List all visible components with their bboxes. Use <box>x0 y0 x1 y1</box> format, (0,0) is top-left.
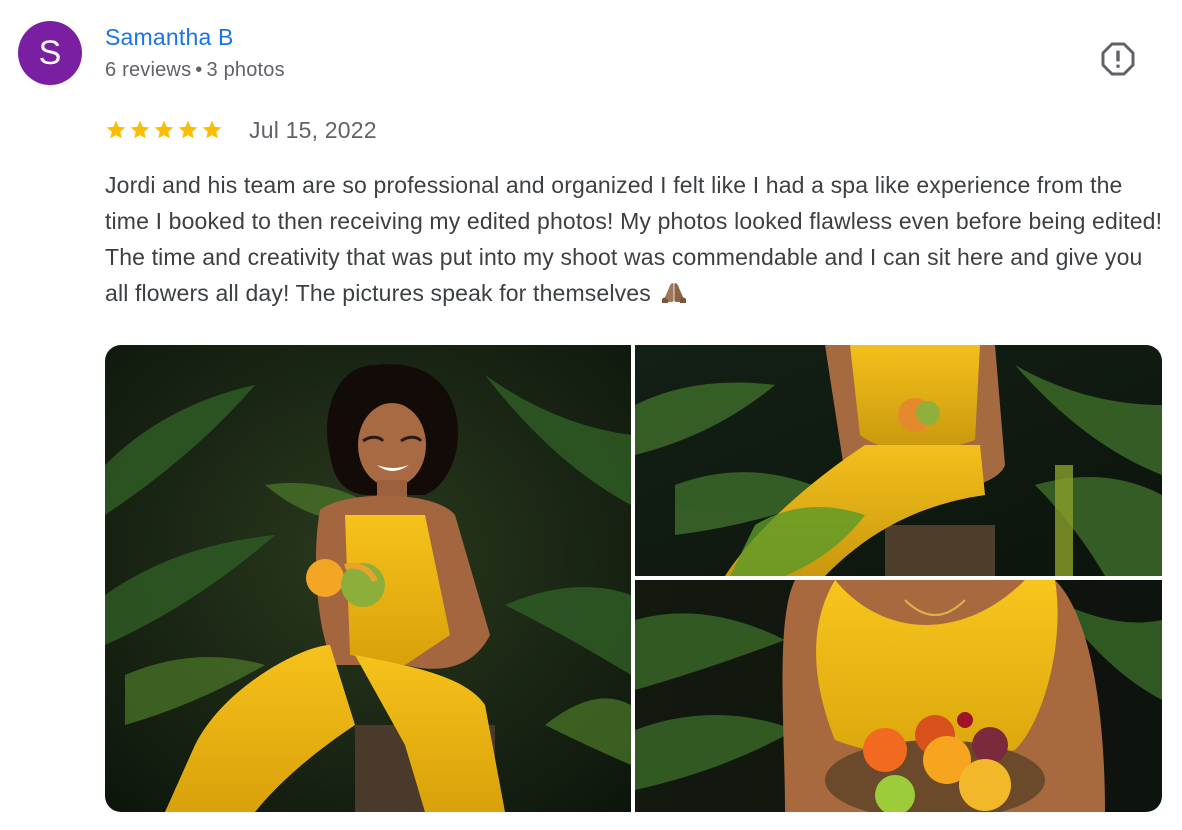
rating-row: Jul 15, 2022 <box>105 115 377 145</box>
star-icon <box>154 120 174 139</box>
review-photo-image <box>105 345 631 812</box>
review-photo-3[interactable] <box>635 580 1162 812</box>
review-text: Jordi and his team are so professional a… <box>105 167 1170 311</box>
star-icon <box>106 120 126 139</box>
author-meta: 6 reviews • 3 photos <box>105 59 285 82</box>
report-review-button[interactable] <box>1096 37 1140 81</box>
star-icon <box>178 120 198 139</box>
reviews-count: 6 reviews <box>105 59 192 81</box>
author-name-link[interactable]: Samantha B <box>105 24 234 51</box>
review-photo-2[interactable] <box>635 345 1162 576</box>
review-photo-image <box>635 580 1162 812</box>
avatar-initial: S <box>38 34 62 72</box>
meta-separator: • <box>195 59 203 81</box>
report-icon <box>1101 42 1135 76</box>
photos-count: 3 photos <box>206 59 285 81</box>
review-photo-image <box>635 345 1162 576</box>
review-card: S Samantha B 6 reviews • 3 photos Jul 15, … <box>0 0 1182 830</box>
review-photo-1[interactable] <box>105 345 631 812</box>
review-body: Jordi and his team are so professional a… <box>105 172 1163 306</box>
folded-hands-emoji <box>662 283 687 303</box>
review-date: Jul 15, 2022 <box>249 116 377 143</box>
author-avatar[interactable]: S <box>18 21 82 85</box>
star-icon <box>202 120 222 139</box>
photo-grid <box>105 345 1162 812</box>
star-icon <box>130 120 150 139</box>
star-rating <box>105 119 223 141</box>
